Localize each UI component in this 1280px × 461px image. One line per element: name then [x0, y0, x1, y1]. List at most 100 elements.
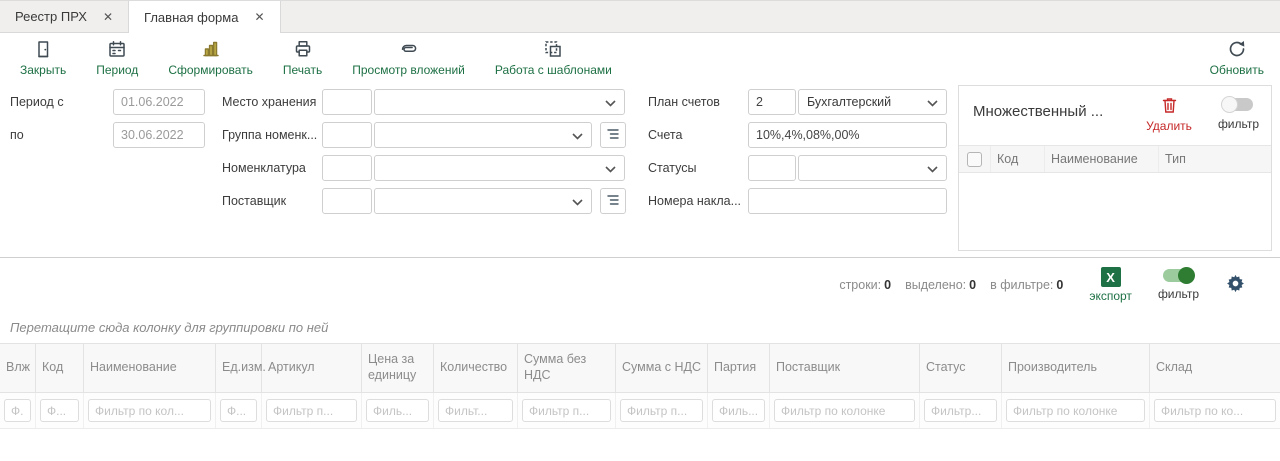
column-filter-input[interactable]: [266, 399, 357, 422]
nomenclature-code-input[interactable]: [322, 155, 372, 181]
app-window: Реестр ПРХ ✕ Главная форма ✕ Закрыть Пер…: [0, 0, 1280, 461]
toolbar-label: Сформировать: [168, 63, 253, 77]
column-header[interactable]: Сумма без НДС: [518, 344, 616, 392]
close-icon[interactable]: ✕: [103, 11, 113, 23]
tab-label: Реестр ПРХ: [15, 9, 87, 24]
column-header[interactable]: Производитель: [1002, 344, 1150, 392]
grid-filter-label: фильтр: [1158, 287, 1199, 301]
storage-label: Место хранения: [222, 94, 316, 110]
filter-cell: [216, 393, 262, 428]
tab-glavnaya-forma[interactable]: Главная форма ✕: [129, 1, 280, 33]
invoice-numbers-input[interactable]: [748, 188, 947, 214]
panel-column-header[interactable]: Тип: [1159, 146, 1271, 172]
delete-button-label: Удалить: [1146, 119, 1192, 133]
panel-column-header[interactable]: Наименование: [1045, 146, 1159, 172]
column-filter-input[interactable]: [522, 399, 611, 422]
nom-group-tree-button[interactable]: [600, 122, 626, 148]
column-filter-input[interactable]: [1006, 399, 1145, 422]
attachments-button[interactable]: Просмотр вложений: [352, 38, 465, 77]
column-filter-input[interactable]: [1154, 399, 1276, 422]
chart-of-accounts-value: Бухгалтерский: [807, 95, 891, 109]
nom-group-select[interactable]: [374, 122, 592, 148]
column-header[interactable]: Поставщик: [770, 344, 920, 392]
column-filter-input[interactable]: [4, 399, 31, 422]
grid-filter-toggle[interactable]: [1163, 269, 1193, 282]
templates-icon: [543, 38, 563, 60]
close-button[interactable]: Закрыть: [20, 38, 66, 77]
column-header[interactable]: Влж: [0, 344, 36, 392]
panel-column-header-row: Код Наименование Тип: [959, 145, 1271, 173]
nomenclature-select[interactable]: [374, 155, 625, 181]
column-filter-input[interactable]: [40, 399, 79, 422]
statuses-code-input[interactable]: [748, 155, 796, 181]
templates-button[interactable]: Работа с шаблонами: [495, 38, 612, 77]
period-to-input[interactable]: [113, 122, 205, 148]
export-button[interactable]: X экспорт: [1089, 267, 1132, 303]
supplier-code-input[interactable]: [322, 188, 372, 214]
multi-select-panel: Множественный ... Удалить фильтр Код На: [958, 85, 1272, 251]
period-from-input[interactable]: [113, 89, 205, 115]
column-filter-input[interactable]: [774, 399, 915, 422]
excel-export-icon: X: [1101, 267, 1121, 287]
supplier-tree-button[interactable]: [600, 188, 626, 214]
column-filter-input[interactable]: [924, 399, 997, 422]
chevron-down-icon: [927, 95, 938, 110]
door-icon: [33, 38, 53, 60]
delete-button[interactable]: Удалить: [1146, 96, 1192, 133]
filter-cell: [262, 393, 362, 428]
column-filter-input[interactable]: [88, 399, 211, 422]
column-filter-input[interactable]: [712, 399, 765, 422]
select-all-cell: [959, 146, 991, 172]
period-button[interactable]: Период: [96, 38, 138, 77]
statuses-select[interactable]: [798, 155, 947, 181]
nom-group-code-input[interactable]: [322, 122, 372, 148]
column-header[interactable]: Склад: [1150, 344, 1280, 392]
column-header[interactable]: Количество: [434, 344, 518, 392]
chart-of-accounts-code-input[interactable]: [748, 89, 796, 115]
column-filter-input[interactable]: [366, 399, 429, 422]
chart-of-accounts-label: План счетов: [648, 94, 720, 110]
tab-bar: Реестр ПРХ ✕ Главная форма ✕: [0, 0, 1280, 33]
filtered-counter: в фильтре:0: [990, 278, 1063, 292]
toolbar-label: Закрыть: [20, 63, 66, 77]
storage-code-input[interactable]: [322, 89, 372, 115]
column-header[interactable]: Партия: [708, 344, 770, 392]
filter-cell: [36, 393, 84, 428]
chevron-down-icon: [572, 194, 583, 209]
toolbar-label: Обновить: [1210, 63, 1264, 77]
select-all-checkbox[interactable]: [967, 152, 982, 167]
column-filter-input[interactable]: [620, 399, 703, 422]
supplier-label: Поставщик: [222, 193, 286, 209]
settings-button[interactable]: [1225, 273, 1246, 297]
grid-status-bar: строки:0 выделено:0 в фильтре:0 X экспор…: [0, 258, 1280, 312]
toolbar-label: Просмотр вложений: [352, 63, 465, 77]
chart-of-accounts-select[interactable]: Бухгалтерский: [798, 89, 947, 115]
selected-counter: выделено:0: [905, 278, 976, 292]
group-by-hint: Перетащите сюда колонку для группировки …: [0, 312, 1280, 343]
generate-button[interactable]: Сформировать: [168, 38, 253, 77]
filter-cell: [1150, 393, 1280, 428]
column-header[interactable]: Артикул: [262, 344, 362, 392]
close-icon[interactable]: ✕: [254, 11, 264, 23]
panel-filter-toggle[interactable]: [1223, 98, 1253, 111]
column-header[interactable]: Ед.изм.: [216, 344, 262, 392]
trash-icon: [1161, 96, 1178, 117]
column-header[interactable]: Наименование: [84, 344, 216, 392]
column-filter-input[interactable]: [438, 399, 513, 422]
column-header[interactable]: Статус: [920, 344, 1002, 392]
supplier-select[interactable]: [374, 188, 592, 214]
refresh-button[interactable]: Обновить: [1210, 38, 1264, 77]
toolbar-label: Период: [96, 63, 138, 77]
tab-reestr-prh[interactable]: Реестр ПРХ ✕: [0, 1, 129, 32]
accounts-input[interactable]: [748, 122, 947, 148]
panel-column-header[interactable]: Код: [991, 146, 1045, 172]
panel-filter-label: фильтр: [1218, 117, 1259, 131]
column-header[interactable]: Цена за единицу: [362, 344, 434, 392]
rows-counter: строки:0: [839, 278, 891, 292]
toggle-knob: [1221, 96, 1238, 113]
column-filter-input[interactable]: [220, 399, 257, 422]
storage-select[interactable]: [374, 89, 625, 115]
print-button[interactable]: Печать: [283, 38, 322, 77]
column-header[interactable]: Сумма с НДС: [616, 344, 708, 392]
column-header[interactable]: Код: [36, 344, 84, 392]
